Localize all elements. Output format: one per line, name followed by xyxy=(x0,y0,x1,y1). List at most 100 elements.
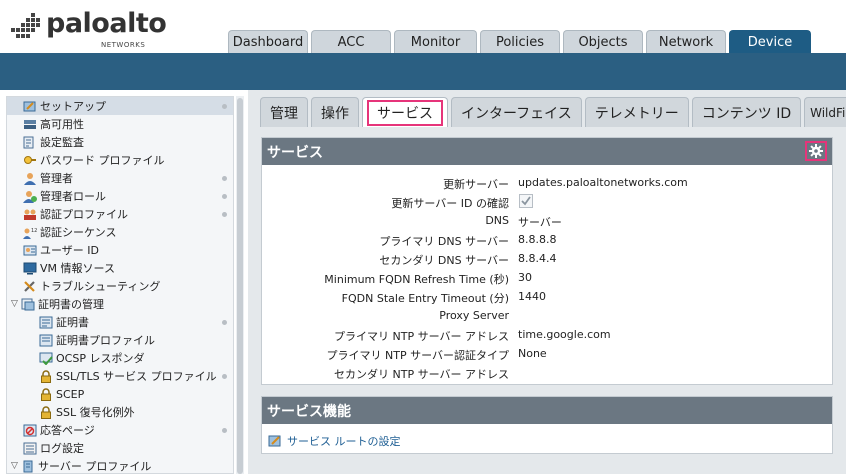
subtab-telemetry[interactable]: テレメトリー xyxy=(584,97,689,127)
tree-item-server-profile[interactable]: ▽ サーバー プロファイル xyxy=(7,457,233,473)
service-features-header: サービス機能 xyxy=(262,397,832,424)
tree-item-troubleshooting[interactable]: トラブルシューティング xyxy=(7,277,233,295)
user-id-icon xyxy=(23,245,37,255)
tab-dashboard[interactable]: Dashboard xyxy=(228,30,308,53)
svg-text:123: 123 xyxy=(31,228,37,234)
status-dot xyxy=(222,320,227,325)
subtab-operations[interactable]: 操作 xyxy=(311,97,359,127)
tree-item-response-pages[interactable]: 応答ページ xyxy=(7,421,233,439)
service-route-link[interactable]: サービス ルートの設定 xyxy=(268,433,401,449)
services-panel-title: サービス xyxy=(267,144,323,161)
tab-policies[interactable]: Policies xyxy=(480,30,560,53)
lock-icon xyxy=(41,369,51,383)
tree-item-password-profile[interactable]: パスワード プロファイル xyxy=(7,151,233,169)
tree-item-ssl-decryption-exclusion[interactable]: SSL 復号化例外 xyxy=(7,403,233,421)
tab-monitor[interactable]: Monitor xyxy=(394,30,477,53)
config-audit-icon xyxy=(23,136,34,148)
status-dot xyxy=(222,428,227,433)
subtab-content-id[interactable]: コンテンツ ID xyxy=(691,97,802,127)
subtab-management[interactable]: 管理 xyxy=(260,97,308,127)
tree-item-admin-roles[interactable]: 管理者ロール xyxy=(7,187,233,205)
cert-management-icon xyxy=(21,298,35,310)
administrator-icon xyxy=(24,172,36,185)
subtab-wildfire[interactable]: WildFire xyxy=(804,97,846,127)
tree-item-certificates[interactable]: 証明書 xyxy=(7,313,233,331)
tab-objects[interactable]: Objects xyxy=(563,30,643,53)
password-profile-icon xyxy=(24,155,36,164)
tree-item-cert-profile[interactable]: 証明書プロファイル xyxy=(7,331,233,349)
tree-item-vm-info[interactable]: VM 情報ソース xyxy=(7,259,233,277)
server-profile-icon xyxy=(23,460,33,472)
row-primary-dns: プライマリ DNS サーバー 8.8.8.8 xyxy=(379,233,557,248)
tree-item-high-availability[interactable]: 高可用性 xyxy=(7,115,233,133)
status-dot xyxy=(222,374,227,379)
vm-info-icon xyxy=(23,262,37,274)
services-panel: サービス 更新サーバー updates.paloaltonetworks.com… xyxy=(261,137,833,385)
nav-scrollbar-thumb[interactable] xyxy=(237,98,243,474)
row-dns: DNS サーバー xyxy=(485,214,562,229)
row-secondary-dns: セカンダリ DNS サーバー 8.8.4.4 xyxy=(379,252,557,267)
tree-item-auth-sequence[interactable]: 123 認証シーケンス xyxy=(7,223,233,241)
gear-icon xyxy=(809,144,823,158)
subtab-services[interactable]: サービス xyxy=(362,97,448,127)
tree-item-ssl-tls-profile[interactable]: SSL/TLS サービス プロファイル xyxy=(7,367,233,385)
troubleshooting-icon xyxy=(24,280,35,292)
service-features-panel: サービス機能 サービス ルートの設定 xyxy=(261,396,833,454)
nav-panel: セットアップ 高可用性 設定監査 パスワード プロファイル 管理者 管理者ロール… xyxy=(0,90,248,474)
edit-services-button[interactable] xyxy=(805,141,827,161)
sub-tabs: 管理 操作 サービス インターフェイス テレメトリー コンテンツ ID Wild… xyxy=(260,97,846,127)
tab-device[interactable]: Device xyxy=(729,30,811,53)
lock-icon xyxy=(41,387,51,401)
status-dot xyxy=(222,212,227,217)
tree-item-cert-management[interactable]: ▽ 証明書の管理 xyxy=(7,295,233,313)
main-tabs: Dashboard ACC Monitor Policies Objects N… xyxy=(228,30,814,53)
certificate-icon xyxy=(39,316,53,328)
tab-acc[interactable]: ACC xyxy=(311,30,391,53)
ocsp-icon xyxy=(39,352,53,365)
row-fqdn-stale: FQDN Stale Entry Timeout (分) 1440 xyxy=(341,290,546,305)
nav-scrollbar[interactable] xyxy=(236,96,244,474)
paloalto-logo-icon xyxy=(11,13,40,38)
tree-item-config-audit[interactable]: 設定監査 xyxy=(7,133,233,151)
lock-icon xyxy=(41,405,51,419)
status-dot xyxy=(222,104,227,109)
auth-sequence-icon: 123 xyxy=(23,228,37,239)
tree-item-auth-profile[interactable]: 認証プロファイル xyxy=(7,205,233,223)
tree-item-scep[interactable]: SCEP xyxy=(7,385,233,403)
row-proxy-server: Proxy Server xyxy=(439,309,509,322)
expand-caret-icon[interactable]: ▽ xyxy=(11,299,21,309)
tree-item-ocsp-responder[interactable]: OCSP レスポンダ xyxy=(7,349,233,367)
app-header: paloalto NETWORKS Dashboard ACC Monitor … xyxy=(0,0,846,60)
brand-sub: NETWORKS xyxy=(101,41,146,49)
row-update-server: 更新サーバー updates.paloaltonetworks.com xyxy=(443,176,688,191)
status-dot xyxy=(222,176,227,181)
service-features-title: サービス機能 xyxy=(267,403,351,420)
high-availability-icon xyxy=(24,119,36,129)
service-route-icon xyxy=(268,435,281,447)
auth-profile-icon xyxy=(24,209,36,220)
setup-icon xyxy=(23,101,36,111)
content-area: 管理 操作 サービス インターフェイス テレメトリー コンテンツ ID Wild… xyxy=(248,90,846,474)
tree-item-administrators[interactable]: 管理者 xyxy=(7,169,233,187)
admin-role-icon xyxy=(23,190,37,203)
verify-update-server-checkbox[interactable] xyxy=(519,194,533,208)
nav-tree: セットアップ 高可用性 設定監査 パスワード プロファイル 管理者 管理者ロール… xyxy=(6,96,234,474)
row-secondary-ntp: セカンダリ NTP サーバー アドレス xyxy=(334,368,509,381)
cert-profile-icon xyxy=(39,334,53,346)
log-settings-icon xyxy=(23,442,37,454)
row-primary-ntp: プライマリ NTP サーバー アドレス time.google.com xyxy=(334,328,611,343)
tree-item-log-settings[interactable]: ログ設定 xyxy=(7,439,233,457)
brand-name: paloalto xyxy=(46,8,167,39)
tree-item-setup[interactable]: セットアップ xyxy=(7,97,233,115)
tab-network[interactable]: Network xyxy=(646,30,726,53)
tree-item-user-id[interactable]: ユーザー ID xyxy=(7,241,233,259)
row-primary-ntp-auth: プライマリ NTP サーバー認証タイプ None xyxy=(326,347,547,362)
header-band xyxy=(0,53,846,90)
expand-caret-icon[interactable]: ▽ xyxy=(11,461,21,471)
row-fqdn-refresh: Minimum FQDN Refresh Time (秒) 30 xyxy=(324,271,532,286)
brand-logo: paloalto NETWORKS xyxy=(10,8,170,52)
response-page-icon xyxy=(23,424,37,436)
services-panel-header: サービス xyxy=(262,138,832,165)
subtab-interfaces[interactable]: インターフェイス xyxy=(451,97,582,127)
status-dot xyxy=(222,194,227,199)
